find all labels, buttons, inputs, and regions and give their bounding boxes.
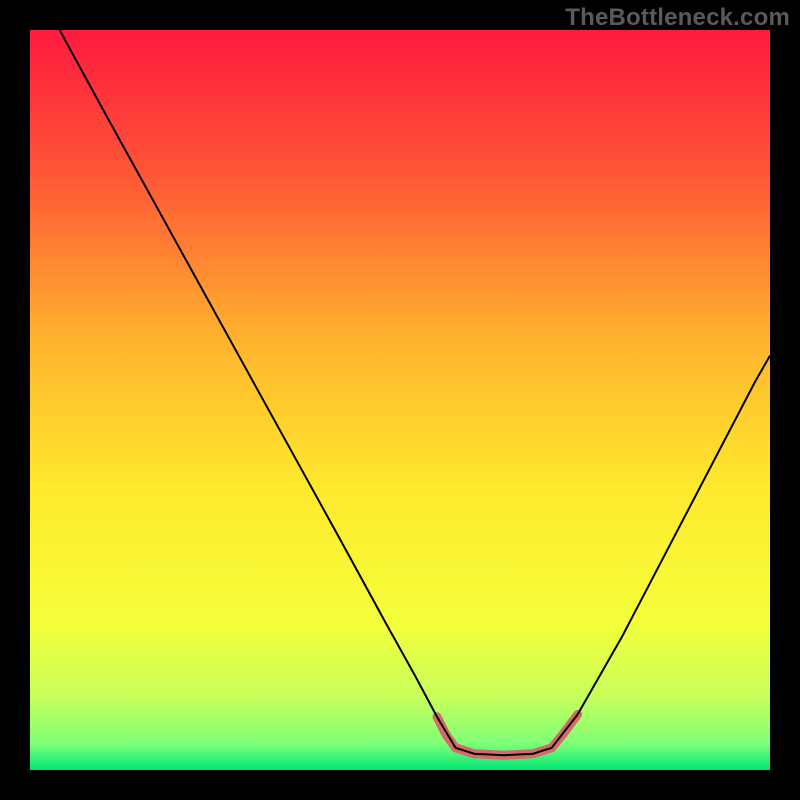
watermark-text: TheBottleneck.com: [565, 4, 790, 32]
plot-background: [30, 30, 770, 770]
chart-frame: TheBottleneck.com: [0, 0, 800, 800]
bottleneck-chart: [30, 30, 770, 770]
